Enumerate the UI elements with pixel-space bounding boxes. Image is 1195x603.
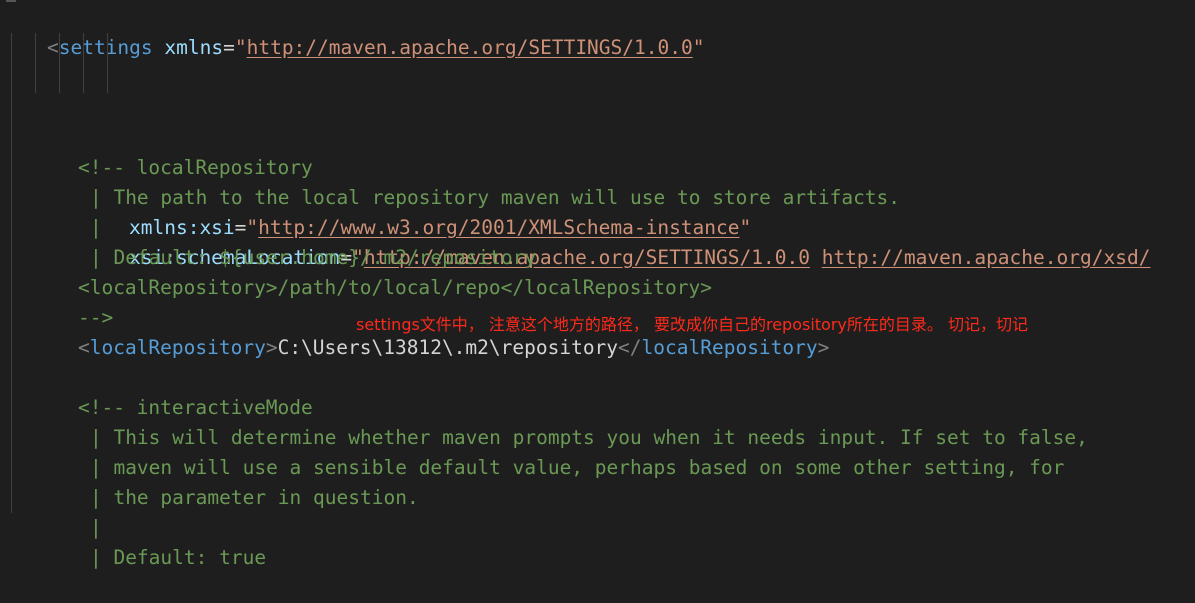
indent-guide — [35, 63, 36, 93]
quote: " — [739, 216, 752, 239]
code-line-comment[interactable]: <!-- localRepository — [11, 93, 313, 179]
comment-text: | maven will use a sensible default valu… — [89, 456, 1065, 479]
comment-text: <!-- localRepository — [77, 156, 313, 179]
indent-guide — [35, 33, 36, 63]
indent-guide — [59, 33, 60, 63]
quote: " — [234, 36, 247, 59]
indent-guide — [11, 303, 12, 333]
attr-name: xmlns — [164, 36, 224, 59]
code-line-comment[interactable]: --> — [11, 243, 113, 329]
indent-guide — [11, 453, 12, 483]
comment-text: | — [89, 516, 102, 539]
indent-guide — [11, 33, 12, 63]
code-line-comment[interactable]: | — [11, 153, 102, 239]
code-line-comment[interactable]: | This will determine whether maven prom… — [11, 363, 1088, 449]
local-repository-path[interactable]: C:\Users\13812\.m2\repository — [278, 336, 618, 359]
indent-guide — [11, 273, 12, 303]
code-line-comment[interactable]: | Default: true — [11, 483, 266, 569]
code-line-comment[interactable]: | — [11, 453, 102, 539]
indent-guide — [11, 63, 12, 93]
tag-bracket: > — [817, 336, 830, 359]
url-link[interactable]: http://maven.apache.org/SETTINGS/1.0.0 — [247, 36, 693, 59]
code-line-settings-open[interactable]: <settings xmlns="http://maven.apache.org… — [0, 3, 705, 59]
url-link[interactable]: http://maven.apache.org/xsd/ — [822, 246, 1151, 269]
code-line-xmlns-xsi[interactable]: xmlns:xsi="http://www.w3.org/2001/XMLSch… — [0, 33, 751, 239]
indent-guide — [107, 33, 108, 63]
comment-text: --> — [77, 306, 114, 329]
indent-guide — [11, 153, 12, 183]
indent-guide — [59, 63, 60, 93]
code-line-comment[interactable]: <localRepository>/path/to/local/repo</lo… — [11, 213, 712, 299]
code-line-comment[interactable]: | maven will use a sensible default valu… — [11, 393, 1064, 479]
code-line-comment[interactable]: <!-- interactiveMode — [11, 333, 313, 419]
code-editor[interactable]: <settings xmlns="http://maven.apache.org… — [0, 0, 1195, 569]
annotation-note: settings文件中， 注意这个地方的路径， 要改成你自己的repositor… — [356, 315, 1028, 334]
fold-marker — [6, 0, 16, 2]
indent-guide — [11, 333, 12, 363]
code-line-comment[interactable]: | The path to the local repository maven… — [11, 123, 900, 209]
indent-guide — [11, 483, 12, 513]
code-line-comment[interactable]: | the parameter in question. — [11, 423, 419, 509]
indent-guide — [11, 213, 12, 243]
indent-guide — [107, 63, 108, 93]
indent-guide — [11, 363, 12, 393]
indent-guide — [11, 183, 12, 213]
attr-equals: = — [223, 36, 235, 59]
indent-guide — [11, 423, 12, 453]
indent-guide — [83, 33, 84, 63]
code-line-blank[interactable] — [0, 303, 47, 333]
indent-guide — [11, 393, 12, 423]
indent-guide — [11, 243, 12, 273]
tag-bracket: < — [46, 36, 59, 59]
quote: " — [692, 36, 705, 59]
comment-text: | Default: ${user.home}/.m2/repository — [89, 246, 537, 269]
comment-text: | Default: true — [89, 546, 267, 569]
code-line-schema-location[interactable]: xsi:schemaLocation="http://maven.apache.… — [0, 63, 1150, 269]
indent-guide — [11, 93, 12, 123]
indent-guide — [11, 123, 12, 153]
indent-guide — [83, 63, 84, 93]
tag-name: localRepository — [641, 336, 818, 359]
code-line-local-repository[interactable]: <localRepository>C:\Users\13812\.m2\repo… — [11, 273, 829, 359]
tag-bracket: </ — [618, 336, 642, 359]
code-line-comment[interactable]: | Default: ${user.home}/.m2/repository — [11, 183, 536, 269]
tag-name: settings — [58, 36, 153, 59]
